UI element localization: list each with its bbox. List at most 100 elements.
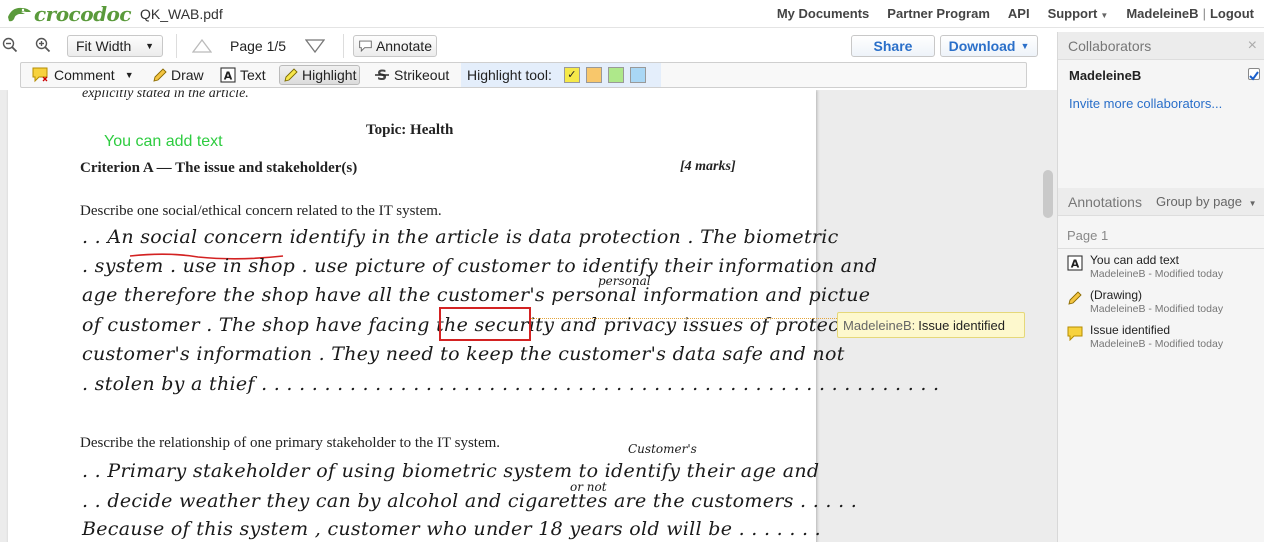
download-label: Download — [948, 38, 1016, 54]
close-icon[interactable]: × — [1248, 37, 1257, 55]
chevron-down-icon: ▼ — [1020, 41, 1030, 51]
support-label: Support — [1047, 6, 1098, 21]
toolbar-divider — [343, 34, 344, 58]
page-indicator: Page 1/5 — [230, 38, 287, 54]
collaborators-header: Collaborators × — [1058, 32, 1264, 60]
highlight-color-panel: Highlight tool: ✓ — [461, 63, 661, 87]
group-by-label: Group by page — [1156, 194, 1243, 209]
annotation-meta: MadeleineB - Modified today — [1090, 338, 1224, 350]
crocodoc-logo[interactable]: crocodoc — [6, 2, 132, 26]
nav-separator: | — [1202, 6, 1206, 21]
speech-bubble-icon — [359, 40, 372, 53]
callout-message: Issue identified — [918, 317, 1006, 333]
partner-program-link[interactable]: Partner Program — [887, 6, 990, 21]
collaborator-name: MadeleineB — [1069, 68, 1142, 83]
marks-label: [4 marks] — [680, 159, 736, 174]
document-title: QK_WAB.pdf — [140, 6, 223, 22]
checkmark-icon — [1249, 71, 1259, 81]
text-icon: A — [1067, 255, 1083, 271]
annotations-header: Annotations Group by page ▼ — [1058, 188, 1264, 216]
handwritten-line: . . An social concern identify in the ar… — [82, 226, 839, 248]
right-sidebar: Collaborators × MadeleineB Invite more c… — [1057, 32, 1264, 542]
zoom-out-icon[interactable] — [2, 37, 18, 53]
draw-label: Draw — [171, 67, 204, 83]
text-tool[interactable]: A Text — [217, 65, 269, 85]
draw-tool[interactable]: Draw — [149, 65, 207, 85]
my-documents-link[interactable]: My Documents — [777, 6, 869, 21]
top-bar: crocodoc QK_WAB.pdf My Documents Partner… — [0, 0, 1264, 28]
annotation-page-label: Page 1 — [1067, 228, 1109, 243]
topic-heading: Topic: Health — [366, 122, 454, 138]
pencil-icon — [1068, 291, 1082, 305]
logo-text: crocodoc — [34, 2, 132, 26]
chevron-down-icon: ▼ — [1100, 11, 1109, 20]
highlight-swatch-orange[interactable] — [585, 67, 602, 83]
zoom-select[interactable]: Fit Width ▼ — [67, 35, 163, 57]
vertical-scrollbar[interactable] — [1043, 170, 1053, 218]
svg-text:A: A — [224, 70, 233, 83]
toolbar-divider — [176, 34, 177, 58]
handwritten-line: customer's information . They need to ke… — [82, 343, 845, 365]
annotation-meta: MadeleineB - Modified today — [1090, 303, 1224, 315]
download-button[interactable]: Download ▼ — [940, 35, 1038, 57]
chevron-down-icon: ▼ — [124, 70, 134, 80]
handwritten-line: . . decide weather they can by alcohol a… — [82, 490, 858, 512]
comment-tool[interactable]: Comment ▼ — [29, 65, 137, 85]
highlight-swatch-yellow[interactable]: ✓ — [563, 67, 580, 83]
comment-callout[interactable]: MadeleineB: Issue identified — [837, 312, 1025, 338]
highlight-swatch-blue[interactable] — [629, 67, 646, 83]
user-name-link[interactable]: MadeleineB — [1126, 6, 1198, 21]
annotation-item[interactable]: A You can add text MadeleineB - Modified… — [1058, 249, 1264, 284]
text-icon: A — [220, 67, 236, 83]
chevron-down-icon: ▼ — [1248, 199, 1257, 208]
highlight-tool-label: Highlight tool: — [467, 67, 552, 83]
invite-collaborators-link[interactable]: Invite more collaborators... — [1069, 96, 1222, 111]
main-toolbar: Fit Width ▼ Page 1/5 Annotate Share Down… — [0, 32, 1057, 60]
annotate-button[interactable]: Annotate — [353, 35, 437, 57]
handwritten-line: age therefore the shop have all the cust… — [82, 284, 871, 306]
handwritten-line: . system . use in shop . use picture of … — [82, 255, 878, 277]
collaborator-checkbox[interactable] — [1248, 68, 1260, 81]
share-button[interactable]: Share — [851, 35, 935, 57]
zoom-in-icon[interactable] — [35, 37, 51, 53]
highlight-swatch-green[interactable] — [607, 67, 624, 83]
previous-page-icon[interactable] — [192, 39, 212, 53]
strikeout-tool[interactable]: S Strikeout — [371, 65, 452, 85]
document-page[interactable]: explicitly stated in the article. You ca… — [8, 90, 939, 542]
highlight-tool[interactable]: Highlight — [279, 65, 361, 85]
chevron-down-icon: ▼ — [145, 41, 154, 51]
annotate-toolbar: Comment ▼ Draw A Text Highlight S Strike… — [20, 62, 1027, 88]
crocodile-logo-icon — [8, 7, 31, 22]
svg-text:A: A — [1071, 258, 1080, 271]
comment-icon — [1067, 326, 1083, 341]
question-1: Describe one social/ethical concern rela… — [80, 203, 442, 219]
annotations-title: Annotations — [1068, 193, 1142, 210]
annotation-item[interactable]: Issue identified MadeleineB - Modified t… — [1058, 319, 1264, 354]
strikeout-label: Strikeout — [394, 67, 450, 83]
logout-link[interactable]: Logout — [1210, 6, 1254, 21]
highlight-box-annotation[interactable] — [439, 307, 531, 341]
highlight-label: Highlight — [302, 67, 357, 83]
collaborators-title: Collaborators — [1068, 37, 1152, 54]
support-menu[interactable]: Support ▼ — [1048, 6, 1109, 21]
strikeout-icon: S — [375, 68, 389, 83]
top-nav: My Documents Partner Program API Support… — [759, 6, 1254, 21]
annotation-item[interactable]: (Drawing) MadeleineB - Modified today — [1058, 284, 1264, 319]
question-2: Describe the relationship of one primary… — [80, 435, 501, 451]
criterion-heading: Criterion A — The issue and stakeholder(… — [80, 160, 358, 176]
handwritten-insert: Customer's — [628, 442, 697, 456]
highlighter-icon — [284, 68, 298, 82]
added-text-annotation[interactable]: You can add text — [104, 133, 223, 151]
handwritten-line: Because of this system , customer who un… — [82, 518, 822, 540]
api-link[interactable]: API — [1008, 6, 1030, 21]
annotation-meta: MadeleineB - Modified today — [1090, 268, 1224, 280]
previous-line-text: explicitly stated in the article. — [82, 90, 249, 101]
group-by-dropdown[interactable]: Group by page ▼ — [1156, 194, 1257, 209]
annotate-label: Annotate — [375, 38, 432, 54]
handwritten-line: . stolen by a thief . . . . . . . . . . … — [82, 373, 940, 395]
comment-icon — [32, 67, 48, 83]
next-page-icon[interactable] — [305, 39, 325, 53]
comment-label: Comment — [54, 67, 115, 83]
text-label: Text — [240, 67, 266, 83]
annotation-list: A You can add text MadeleineB - Modified… — [1058, 248, 1264, 354]
